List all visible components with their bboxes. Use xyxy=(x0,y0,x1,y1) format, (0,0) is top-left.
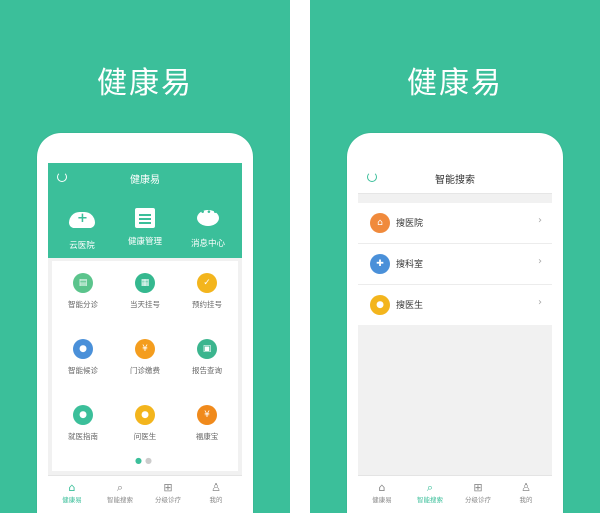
money-bag-icon: ¥ xyxy=(197,405,217,425)
grid-item-label: 福康宝 xyxy=(195,432,219,441)
people-icon: ● xyxy=(73,339,93,359)
user-icon: ♙ xyxy=(211,481,221,494)
search-header: 智能搜索 xyxy=(358,163,552,194)
chat-bubble-icon xyxy=(195,208,221,232)
search-icon: ⌕ xyxy=(116,481,124,494)
tab-tiered-care[interactable]: ⊞ 分级诊疗 xyxy=(454,481,502,504)
home-header: 健康易 云医院 健康管理 消息中心 xyxy=(48,163,242,258)
grid-item-label: 当天挂号 xyxy=(130,300,160,309)
health-management-button[interactable]: 健康管理 xyxy=(115,208,175,247)
row-label: 搜医院 xyxy=(396,219,424,229)
home-screen: 健康易 云医院 健康管理 消息中心 ▤ 智能分诊 xyxy=(48,163,242,513)
promo-panel-search: 健康易 智能搜索 ⌂ 搜医院 › ✚ 搜科室 › ● 搜医生 › ⌂ 健康易 ⌕… xyxy=(310,0,600,513)
tab-home[interactable]: ⌂ 健康易 xyxy=(48,481,96,504)
doctor-icon: ● xyxy=(370,295,390,315)
report-icon: ▣ xyxy=(197,339,217,359)
tab-tiered-care[interactable]: ⊞ 分级诊疗 xyxy=(144,481,192,504)
person-location-icon: ● xyxy=(73,405,93,425)
tab-label: 健康易 xyxy=(372,496,392,504)
cloud-plus-icon xyxy=(69,211,95,234)
tab-label: 智能搜索 xyxy=(417,496,443,504)
cloud-hospital-label: 云医院 xyxy=(69,241,95,251)
message-center-button[interactable]: 消息中心 xyxy=(178,208,238,249)
department-icon: ✚ xyxy=(370,254,390,274)
tab-label: 分级诊疗 xyxy=(155,496,181,504)
medkit-icon: ⊞ xyxy=(163,481,173,494)
grid-item-smart-triage[interactable]: ▤ 智能分诊 xyxy=(52,273,114,310)
tab-label: 健康易 xyxy=(62,496,82,504)
grid-item-ask-doctor[interactable]: ● 问医生 xyxy=(114,405,176,442)
grid-item-label: 问医生 xyxy=(133,432,157,441)
page-indicator: ●● xyxy=(135,456,155,465)
health-management-label: 健康管理 xyxy=(127,237,162,247)
grid-item-report-query[interactable]: ▣ 报告查询 xyxy=(176,339,238,376)
search-hospital-row[interactable]: ⌂ 搜医院 › xyxy=(358,203,552,244)
search-doctor-row[interactable]: ● 搜医生 › xyxy=(358,285,552,325)
home-icon: ⌂ xyxy=(378,481,386,494)
grid-item-label: 门诊缴费 xyxy=(130,366,160,375)
phone-frame: 智能搜索 ⌂ 搜医院 › ✚ 搜科室 › ● 搜医生 › ⌂ 健康易 ⌕ 智能搜… xyxy=(347,133,563,513)
calendar-check-icon: ✓ xyxy=(197,273,217,293)
page-title: 健康易 xyxy=(130,175,160,186)
grid-item-label: 报告查询 xyxy=(192,366,222,375)
brand-title: 健康易 xyxy=(97,66,193,101)
clipboard-icon xyxy=(132,208,158,230)
grid-item-fukangbao[interactable]: ¥ 福康宝 xyxy=(176,405,238,442)
tab-label: 智能搜索 xyxy=(107,496,133,504)
doctor-icon: ● xyxy=(135,405,155,425)
grid-item-smart-waiting[interactable]: ● 智能候诊 xyxy=(52,339,114,376)
chevron-right-icon: › xyxy=(538,256,542,267)
tab-label: 我的 xyxy=(519,496,533,504)
tab-home[interactable]: ⌂ 健康易 xyxy=(358,481,406,504)
grid-item-same-day-register[interactable]: ▦ 当天挂号 xyxy=(114,273,176,310)
bottom-tab-bar: ⌂ 健康易 ⌕ 智能搜索 ⊞ 分级诊疗 ♙ 我的 xyxy=(48,475,242,513)
row-label: 搜医生 xyxy=(396,301,424,311)
calendar-icon: ▦ xyxy=(135,273,155,293)
chevron-right-icon: › xyxy=(538,297,542,308)
phone-frame: 健康易 云医院 健康管理 消息中心 ▤ 智能分诊 xyxy=(37,133,253,513)
search-options-list: ⌂ 搜医院 › ✚ 搜科室 › ● 搜医生 › xyxy=(358,203,552,325)
bottom-tab-bar: ⌂ 健康易 ⌕ 智能搜索 ⊞ 分级诊疗 ♙ 我的 xyxy=(358,475,552,513)
tab-mine[interactable]: ♙ 我的 xyxy=(192,481,240,504)
grid-item-label: 预约挂号 xyxy=(192,300,222,309)
tab-smart-search[interactable]: ⌕ 智能搜索 xyxy=(96,481,144,504)
chevron-right-icon: › xyxy=(538,215,542,226)
yen-icon: ¥ xyxy=(135,339,155,359)
search-screen: 智能搜索 ⌂ 搜医院 › ✚ 搜科室 › ● 搜医生 › ⌂ 健康易 ⌕ 智能搜… xyxy=(358,163,552,513)
search-icon: ⌕ xyxy=(426,481,434,494)
search-department-row[interactable]: ✚ 搜科室 › xyxy=(358,244,552,285)
message-center-label: 消息中心 xyxy=(190,239,225,249)
promo-panel-home: 健康易 健康易 云医院 健康管理 消息中心 xyxy=(0,0,290,513)
hospital-icon: ⌂ xyxy=(370,213,390,233)
grid-item-label: 智能候诊 xyxy=(68,366,98,375)
page-title: 智能搜索 xyxy=(435,175,475,186)
medkit-icon: ⊞ xyxy=(473,481,483,494)
grid-item-label: 就医指南 xyxy=(68,432,98,441)
tab-label: 我的 xyxy=(209,496,223,504)
user-icon: ♙ xyxy=(521,481,531,494)
grid-item-label: 智能分诊 xyxy=(68,300,98,309)
row-label: 搜科室 xyxy=(396,260,424,270)
feature-grid: ▤ 智能分诊 ▦ 当天挂号 ✓ 预约挂号 ● 智能候诊 ¥ 门诊缴费 ▣ 报告查… xyxy=(52,261,238,471)
grid-item-medical-guide[interactable]: ● 就医指南 xyxy=(52,405,114,442)
cloud-hospital-button[interactable]: 云医院 xyxy=(52,208,112,251)
brand-title: 健康易 xyxy=(407,66,503,101)
tab-smart-search[interactable]: ⌕ 智能搜索 xyxy=(406,481,454,504)
clipboard-icon: ▤ xyxy=(73,273,93,293)
grid-item-outpatient-payment[interactable]: ¥ 门诊缴费 xyxy=(114,339,176,376)
tab-label: 分级诊疗 xyxy=(465,496,491,504)
home-icon: ⌂ xyxy=(68,481,76,494)
grid-item-appointment[interactable]: ✓ 预约挂号 xyxy=(176,273,238,310)
tab-mine[interactable]: ♙ 我的 xyxy=(502,481,550,504)
